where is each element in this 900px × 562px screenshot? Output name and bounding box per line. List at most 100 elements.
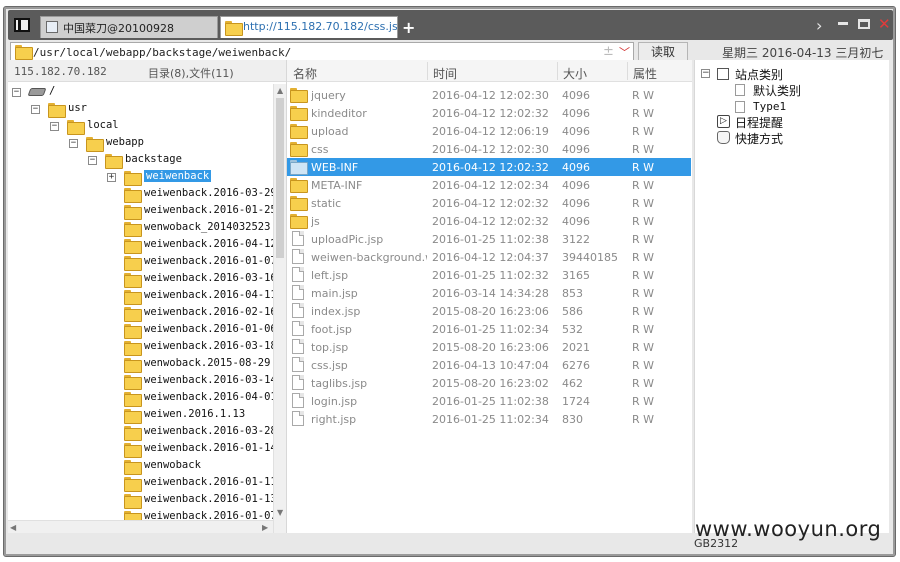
path-input[interactable] (33, 44, 593, 61)
tree-horizontal-scrollbar[interactable]: ◀ ▶ (8, 520, 273, 533)
column-divider[interactable] (627, 62, 628, 80)
tree-node[interactable]: weiwenback.2016-04-11_ (107, 288, 273, 305)
folder-icon (124, 273, 142, 288)
scroll-thumb[interactable] (276, 98, 284, 258)
checkbox-icon[interactable] (717, 68, 729, 80)
file-row[interactable]: login.jsp 2016-01-25 11:02:38 1724 R W (287, 392, 691, 410)
tree-node[interactable]: − webapp (69, 135, 273, 152)
chevron-down-icon[interactable]: ﹀ (619, 44, 630, 60)
file-row[interactable]: css.jsp 2016-04-13 10:47:04 6276 R W (287, 356, 691, 374)
file-icon (292, 321, 304, 336)
file-row[interactable]: jquery 2016-04-12 12:02:30 4096 R W (287, 86, 691, 104)
file-size: 853 (562, 287, 583, 300)
tree-node[interactable]: weiwenback.2016-01-25_ (107, 203, 273, 220)
tree-node[interactable]: − usr (31, 101, 273, 118)
collapse-icon[interactable]: − (31, 105, 40, 114)
tree-node[interactable]: weiwenback.2016-01-13_ (107, 492, 273, 509)
tree-node[interactable]: weiwenback.2016-01-14_ (107, 441, 273, 458)
read-button[interactable]: 读取 (638, 42, 688, 62)
tree-node[interactable]: weiwenback.2016-01-11_ (107, 475, 273, 492)
tree-vertical-scrollbar[interactable]: ▲ ▼ (273, 84, 286, 533)
tree-node[interactable]: weiwenback.2016-01-07_ (107, 254, 273, 271)
tree-node[interactable]: weiwenback.2016-03-29_ (107, 186, 273, 203)
scroll-up-icon[interactable]: ▲ (277, 86, 283, 95)
tab-label: 中国菜刀@20100928 (63, 22, 174, 35)
collapse-icon[interactable]: − (50, 122, 59, 131)
file-row[interactable]: taglibs.jsp 2015-08-20 16:23:02 462 R W (287, 374, 691, 392)
file-row[interactable]: main.jsp 2016-03-14 14:34:28 853 R W (287, 284, 691, 302)
chevron-right-icon[interactable]: › (816, 16, 822, 35)
collapse-icon[interactable]: − (12, 88, 21, 97)
plus-icon[interactable]: ± (603, 44, 614, 59)
file-row[interactable]: META-INF 2016-04-12 12:02:34 4096 R W (287, 176, 691, 194)
schedule-label: 日程提醒 (735, 116, 784, 130)
tree-node[interactable]: weiwenback.2016-03-16_ (107, 271, 273, 288)
tree-node[interactable]: weiwenback.2016-03-28_ (107, 424, 273, 441)
file-row[interactable]: weiwen-background.war 2016-04-12 12:04:37… (287, 248, 691, 266)
tree-node[interactable]: weiwen.2016.1.13 (107, 407, 273, 424)
tree-node-label: weiwenback.2016-01-07_ (144, 255, 273, 267)
file-row[interactable]: WEB-INF 2016-04-12 12:02:32 4096 R W (287, 158, 691, 176)
folder-icon (124, 375, 142, 390)
minimize-icon[interactable] (838, 22, 848, 25)
file-row[interactable]: foot.jsp 2016-01-25 11:02:34 532 R W (287, 320, 691, 338)
tree-node[interactable]: − / (12, 84, 273, 101)
column-name[interactable]: 名称 (293, 65, 317, 82)
tree-node[interactable]: weiwenback.2016-04-12_ (107, 237, 273, 254)
tree-node[interactable]: weiwenback.2016-03-18_ (107, 339, 273, 356)
file-row[interactable]: js 2016-04-12 12:02:32 4096 R W (287, 212, 691, 230)
file-time: 2015-08-20 16:23:02 (432, 377, 549, 390)
tree-node[interactable]: − backstage (88, 152, 273, 169)
tree-node[interactable]: wenwoback_2014032523 (107, 220, 273, 237)
tree-node[interactable]: wenwoback (107, 458, 273, 475)
collapse-icon[interactable]: − (69, 139, 78, 148)
collapse-icon[interactable]: − (701, 69, 710, 78)
file-name: foot.jsp (311, 323, 352, 336)
server-ip: 115.182.70.182 (14, 65, 107, 78)
scroll-down-icon[interactable]: ▼ (277, 508, 283, 517)
tab-css-jsp[interactable]: http://115.182.70.182/css.jsp (220, 16, 398, 38)
file-row[interactable]: static 2016-04-12 12:02:32 4096 R W (287, 194, 691, 212)
tree-node[interactable]: weiwenback.2016-04-01_ (107, 390, 273, 407)
collapse-icon[interactable]: − (88, 156, 97, 165)
column-attr[interactable]: 属性 (633, 65, 657, 82)
window-menu-icon[interactable] (14, 18, 30, 32)
file-row[interactable]: right.jsp 2016-01-25 11:02:34 830 R W (287, 410, 691, 428)
column-divider[interactable] (557, 62, 558, 80)
file-row[interactable]: css 2016-04-12 12:02:30 4096 R W (287, 140, 691, 158)
tree-node[interactable]: weiwenback.2016-03-14_ (107, 373, 273, 390)
file-row[interactable]: kindeditor 2016-04-12 12:02:32 4096 R W (287, 104, 691, 122)
tree-node-label: weiwenback.2016-03-18_ (144, 340, 273, 352)
folder-icon (290, 106, 308, 121)
tab-caidao[interactable]: 中国菜刀@20100928 (40, 16, 218, 38)
column-time[interactable]: 时间 (433, 65, 457, 82)
file-list-header: 名称 时间 大小 属性 (287, 60, 692, 82)
file-icon (292, 285, 304, 300)
file-row[interactable]: top.jsp 2015-08-20 16:23:06 2021 R W (287, 338, 691, 356)
tree-node[interactable]: wenwoback.2015-08-29 (107, 356, 273, 373)
file-name: kindeditor (311, 107, 367, 120)
file-row[interactable]: upload 2016-04-12 12:06:19 4096 R W (287, 122, 691, 140)
close-icon[interactable]: ✕ (878, 15, 891, 33)
file-name: css.jsp (311, 359, 348, 372)
tree-node[interactable]: weiwenback.2016-01-06_ (107, 322, 273, 339)
add-tab-icon[interactable]: + (402, 18, 415, 37)
tree-node[interactable]: + weiwenback (107, 169, 273, 186)
file-row[interactable]: uploadPic.jsp 2016-01-25 11:02:38 3122 R W (287, 230, 691, 248)
expand-icon[interactable]: + (107, 173, 116, 182)
tree-node-label: wenwoback.2015-08-29 (144, 357, 271, 369)
column-divider[interactable] (427, 62, 428, 80)
maximize-icon[interactable] (858, 19, 870, 29)
file-time: 2016-04-12 12:02:34 (432, 179, 549, 192)
title-bar: 中国菜刀@20100928 http://115.182.70.182/css.… (8, 10, 893, 40)
file-time: 2016-04-12 12:06:19 (432, 125, 549, 138)
folder-icon (124, 477, 142, 492)
tree-node[interactable]: weiwenback.2016-02-16_ (107, 305, 273, 322)
tree-node[interactable]: − local (50, 118, 273, 135)
file-row[interactable]: index.jsp 2015-08-20 16:23:06 586 R W (287, 302, 691, 320)
scroll-left-icon[interactable]: ◀ (10, 523, 16, 532)
tree-node[interactable]: weiwenback.2016-01-07_ (107, 509, 273, 520)
scroll-right-icon[interactable]: ▶ (262, 523, 268, 532)
column-size[interactable]: 大小 (563, 65, 587, 82)
file-row[interactable]: left.jsp 2016-01-25 11:02:32 3165 R W (287, 266, 691, 284)
